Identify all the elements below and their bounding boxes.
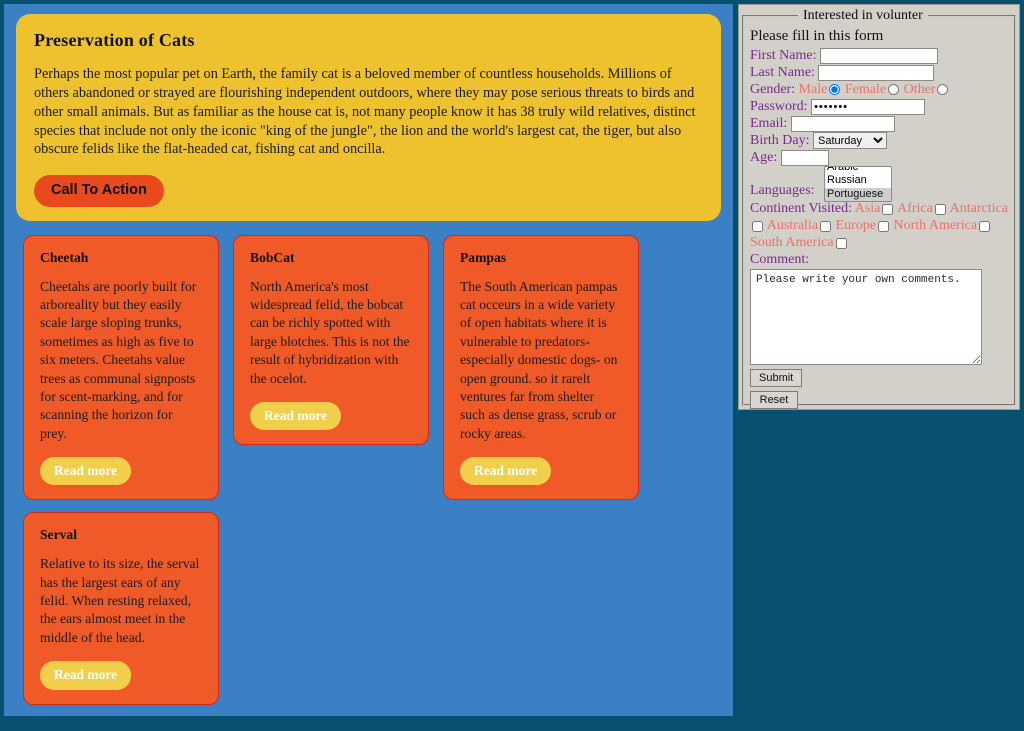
hero-section: Preservation of Cats Perhaps the most po… — [16, 14, 721, 221]
card-serval: Serval Relative to its size, the serval … — [23, 512, 219, 705]
continent-option-north-america-label: North America — [893, 218, 978, 234]
gender-row: Gender: Male Female Other — [750, 81, 1008, 98]
first-name-row: First Name: — [750, 47, 1008, 64]
read-more-button-bobcat[interactable]: Read more — [250, 401, 342, 431]
card-title: Pampas — [460, 249, 507, 265]
age-row: Age: — [750, 149, 1008, 167]
continent-option-africa-label: Africa — [897, 201, 933, 217]
age-label: Age: — [750, 150, 778, 166]
continent-checkbox-europe[interactable] — [878, 220, 889, 232]
continent-checkbox-south-america[interactable] — [835, 237, 847, 249]
password-row: Password: — [750, 98, 1008, 115]
card-body-text: Relative to its size, the serval has the… — [40, 556, 200, 645]
languages-select[interactable]: ArabicRussianPortuguese — [824, 166, 892, 203]
gender-label: Gender: — [750, 82, 796, 97]
page-root: Preservation of Cats Perhaps the most po… — [0, 0, 1024, 731]
age-input[interactable] — [780, 150, 829, 167]
continent-option-asia-label: Asia — [854, 201, 881, 217]
card-title: Serval — [40, 527, 77, 543]
card-title: Cheetah — [40, 249, 89, 265]
call-to-action-button[interactable]: Call To Action — [34, 175, 164, 207]
languages-row: Languages: ArabicRussianPortuguese — [750, 166, 1008, 203]
fieldset-legend: Interested in volunter — [803, 8, 923, 23]
form-intro-text: Please fill in this form — [750, 28, 884, 44]
card-body-text: North America's most widespread felid, t… — [250, 278, 410, 386]
card-pampas: Pampas The South American pampas cat occ… — [443, 234, 639, 501]
continent-checkbox-australia[interactable] — [820, 220, 832, 232]
continent-checkbox-north-america[interactable] — [979, 220, 991, 232]
submit-button[interactable]: Submit — [750, 369, 803, 388]
gender-radio-male[interactable] — [829, 84, 841, 96]
continent-option-australia-label: Australia — [766, 218, 819, 234]
email-label: Email: — [750, 116, 788, 131]
continent-row: Continent Visited: Asia Africa Antarctic… — [750, 200, 1008, 251]
continent-checkbox-africa[interactable] — [934, 203, 946, 215]
card-bobcat: BobCat North America's most widespread f… — [233, 234, 429, 446]
hero-body-text: Perhaps the most popular pet on Earth, t… — [34, 66, 696, 158]
gender-option-male-label: Male — [798, 82, 828, 97]
reset-button[interactable]: Reset — [750, 391, 798, 410]
last-name-input[interactable] — [818, 64, 935, 81]
last-name-row: Last Name: — [750, 64, 1008, 81]
comment-label: Comment: — [750, 252, 810, 268]
first-name-label: First Name: — [750, 48, 817, 63]
card-cheetah: Cheetah Cheetahs are poorly built for ar… — [23, 234, 219, 501]
birthday-label: Birth Day: — [750, 133, 810, 148]
birthday-select[interactable]: SaturdaySundayMondayTuesdayWednesdayThur… — [813, 132, 887, 150]
gender-radio-other[interactable] — [937, 84, 949, 96]
card-title: BobCat — [250, 249, 295, 265]
comment-textarea[interactable] — [750, 269, 982, 366]
comment-wrap — [750, 269, 1008, 366]
gender-radio-female[interactable] — [888, 84, 900, 96]
continent-checkbox-asia[interactable] — [882, 203, 894, 215]
volunteer-form-panel: Interested in volunter Please fill in th… — [738, 4, 1020, 410]
gender-option-female-label: Female — [844, 82, 887, 97]
read-more-button-pampas[interactable]: Read more — [460, 456, 552, 486]
continent-option-south-america-label: South America — [750, 235, 834, 251]
card-body-text: The South American pampas cat occeurs in… — [460, 278, 618, 441]
birthday-row: Birth Day: SaturdaySundayMondayTuesdayWe… — [750, 132, 1008, 150]
cards-grid: Cheetah Cheetahs are poorly built for ar… — [4, 229, 733, 711]
password-label: Password: — [750, 99, 808, 114]
continent-checkbox-antarctica[interactable] — [752, 220, 763, 232]
last-name-label: Last Name: — [750, 65, 815, 80]
page-title: Preservation of Cats — [34, 30, 195, 50]
read-more-button-cheetah[interactable]: Read more — [40, 456, 132, 486]
languages-label: Languages: — [750, 183, 815, 199]
gender-option-other-label: Other — [903, 82, 936, 97]
continent-option-europe-label: Europe — [835, 218, 876, 234]
email-row: Email: — [750, 115, 1008, 132]
volunteer-fieldset: Interested in volunter Please fill in th… — [742, 8, 1016, 410]
card-body-text: Cheetahs are poorly built for arborealit… — [40, 278, 197, 441]
main-content-container: Preservation of Cats Perhaps the most po… — [4, 4, 733, 716]
email-input[interactable] — [790, 115, 895, 132]
password-input[interactable] — [811, 98, 926, 115]
continent-label: Continent Visited: — [750, 201, 852, 217]
first-name-input[interactable] — [820, 47, 938, 64]
read-more-button-serval[interactable]: Read more — [40, 661, 132, 690]
continent-option-antarctica-label: Antarctica — [949, 201, 1008, 217]
